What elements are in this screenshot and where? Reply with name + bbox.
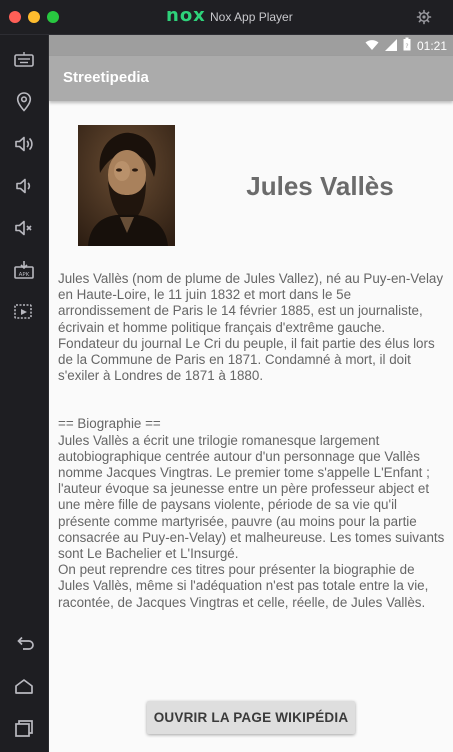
- status-bar: ? 01:21: [49, 35, 453, 56]
- android-screen: ? 01:21 Streetipedia Jules Vallès Jules …: [49, 35, 453, 752]
- emulator-sidebar: APK: [0, 35, 48, 752]
- svg-text:APK: APK: [19, 272, 30, 278]
- article-title: Jules Vallès: [246, 171, 394, 201]
- maximize-window-button[interactable]: [47, 11, 59, 23]
- volume-down-icon[interactable]: [12, 174, 36, 198]
- mute-icon[interactable]: [12, 216, 36, 240]
- portrait-image: [78, 125, 175, 246]
- keyboard-icon[interactable]: [12, 48, 36, 72]
- home-icon[interactable]: [12, 674, 36, 698]
- location-icon[interactable]: [12, 90, 36, 114]
- apk-install-icon[interactable]: APK: [12, 258, 36, 282]
- article-body: Jules Vallès (nom de plume de Jules Vall…: [58, 271, 446, 611]
- close-window-button[interactable]: [9, 11, 21, 23]
- recent-apps-icon[interactable]: [12, 716, 36, 740]
- battery-icon: ?: [403, 36, 411, 55]
- signal-icon: [384, 36, 397, 55]
- app-bar: Streetipedia: [49, 56, 453, 101]
- nox-logo: nox: [166, 5, 206, 26]
- svg-text:?: ?: [405, 43, 408, 50]
- app-title: Nox App Player: [210, 10, 293, 24]
- gear-icon[interactable]: [416, 9, 432, 25]
- back-icon[interactable]: [12, 632, 36, 656]
- minimize-window-button[interactable]: [28, 11, 40, 23]
- window-title-bar: nox Nox App Player: [0, 0, 453, 35]
- article-content[interactable]: Jules Vallès Jules Vallès (nom de plume …: [49, 101, 453, 752]
- article-intro: Jules Vallès (nom de plume de Jules Vall…: [58, 271, 444, 384]
- open-wikipedia-button[interactable]: OUVRIR LA PAGE WIKIPÉDIA: [147, 701, 355, 734]
- status-time: 01:21: [416, 38, 447, 53]
- wifi-icon: [365, 36, 379, 55]
- screen-record-icon[interactable]: [12, 300, 36, 324]
- app-bar-title: Streetipedia: [63, 69, 149, 86]
- article-biography: == Biographie == Jules Vallès a écrit un…: [58, 416, 445, 610]
- volume-up-icon[interactable]: [12, 132, 36, 156]
